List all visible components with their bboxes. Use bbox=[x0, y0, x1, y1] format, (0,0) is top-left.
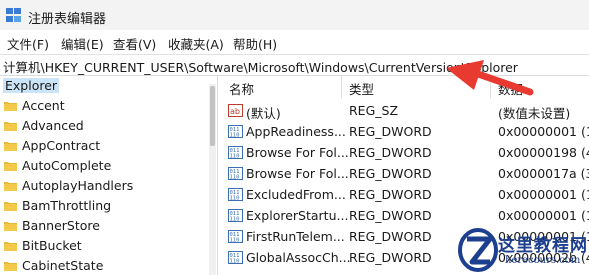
binary-value-icon: 011110 bbox=[228, 146, 243, 159]
tree-scrollbar[interactable] bbox=[209, 84, 216, 275]
value-type: REG_DWORD bbox=[349, 187, 432, 202]
tree-item-autoplayhandlers[interactable]: AutoplayHandlers bbox=[0, 176, 216, 196]
menu-view[interactable]: 查看(V) bbox=[113, 34, 156, 53]
value-data: 0x0000017a (378) bbox=[498, 166, 589, 181]
key-tree: Explorer Accent Advanced AppContract Aut… bbox=[0, 76, 216, 275]
tree-scrollbar-thumb[interactable] bbox=[210, 86, 215, 146]
binary-value-icon: 011110 bbox=[228, 230, 243, 243]
value-type: REG_SZ bbox=[349, 103, 399, 118]
svg-text:110: 110 bbox=[230, 133, 240, 139]
folder-icon bbox=[4, 262, 17, 271]
tree-item-advanced[interactable]: Advanced bbox=[0, 116, 216, 136]
value-row[interactable]: 011 110 AppReadiness... REG_DWORD 0x00000… bbox=[220, 121, 589, 142]
address-path[interactable]: 计算机\HKEY_CURRENT_USER\Software\Microsoft… bbox=[3, 57, 518, 76]
column-header-type[interactable]: 类型 bbox=[349, 79, 374, 98]
tree-item-bamthrottling[interactable]: BamThrottling bbox=[0, 196, 216, 216]
window-title: 注册表编辑器 bbox=[28, 12, 107, 27]
svg-text:110: 110 bbox=[230, 196, 240, 202]
watermark-url: herecours.com bbox=[505, 255, 581, 266]
value-name: AppReadiness... bbox=[246, 124, 346, 139]
value-name: Browse For Fol... bbox=[246, 145, 349, 160]
menu-favorites[interactable]: 收藏夹(A) bbox=[168, 34, 224, 53]
value-name: ExplorerStartu... bbox=[246, 208, 349, 223]
folder-icon bbox=[4, 202, 17, 211]
address-bar[interactable]: 计算机\HKEY_CURRENT_USER\Software\Microsoft… bbox=[0, 54, 589, 76]
binary-value-icon: 011110 bbox=[228, 125, 243, 138]
value-type: REG_DWORD bbox=[349, 208, 432, 223]
svg-text:ab: ab bbox=[230, 107, 240, 116]
folder-icon bbox=[4, 122, 17, 131]
tree-item-label: AutoComplete bbox=[22, 158, 112, 173]
binary-value-icon: 011110 bbox=[228, 251, 243, 264]
value-type: REG_DWORD bbox=[349, 145, 432, 160]
column-separator[interactable] bbox=[490, 76, 491, 98]
value-type: REG_DWORD bbox=[349, 124, 432, 139]
value-name: GlobalAssocCh... bbox=[246, 250, 351, 265]
tree-item-label: BamThrottling bbox=[22, 198, 112, 213]
value-type: REG_DWORD bbox=[349, 250, 432, 265]
value-name: Browse For Fol... bbox=[246, 166, 349, 181]
tree-item-cabinetstate[interactable]: CabinetState bbox=[0, 256, 216, 275]
menu-bar: 文件(F) 编辑(E) 查看(V) 收藏夹(A) 帮助(H) bbox=[0, 30, 589, 54]
pane-splitter[interactable] bbox=[217, 76, 218, 275]
binary-value-icon: 011110 bbox=[228, 209, 243, 222]
svg-text:110: 110 bbox=[230, 238, 240, 244]
tree-item-bannerstore[interactable]: BannerStore bbox=[0, 216, 216, 236]
title-bar: 注册表编辑器 bbox=[0, 0, 589, 30]
column-header-name[interactable]: 名称 bbox=[229, 79, 254, 98]
value-name: FirstRunTelem... bbox=[246, 229, 345, 244]
menu-help[interactable]: 帮助(H) bbox=[233, 34, 277, 53]
folder-icon bbox=[4, 102, 17, 111]
tree-item-label: Accent bbox=[22, 98, 65, 113]
binary-value-icon: 011110 bbox=[228, 167, 243, 180]
folder-icon bbox=[4, 222, 17, 231]
menu-edit[interactable]: 编辑(E) bbox=[61, 34, 104, 53]
tree-item-label: AppContract bbox=[22, 138, 101, 153]
folder-icon bbox=[4, 242, 17, 251]
value-data: 0x00000198 (408) bbox=[498, 145, 589, 160]
column-header-data[interactable]: 数据 bbox=[498, 79, 523, 98]
svg-text:110: 110 bbox=[230, 154, 240, 160]
value-data: 0x00000001 (1) bbox=[498, 187, 589, 202]
tree-item-accent[interactable]: Accent bbox=[0, 96, 216, 116]
svg-text:110: 110 bbox=[230, 217, 240, 223]
string-value-icon: ab bbox=[228, 104, 243, 117]
tree-item-label: Explorer bbox=[3, 78, 60, 93]
regedit-icon bbox=[6, 8, 21, 22]
value-data: (数值未设置) bbox=[498, 106, 571, 121]
tree-item-appcontract[interactable]: AppContract bbox=[0, 136, 216, 156]
tree-item-label: BannerStore bbox=[22, 218, 100, 233]
binary-value-icon: 011110 bbox=[228, 188, 243, 201]
tree-item-bitbucket[interactable]: BitBucket bbox=[0, 236, 216, 256]
tree-item-label: BitBucket bbox=[22, 238, 82, 253]
value-type: REG_DWORD bbox=[349, 229, 432, 244]
tree-item-label: CabinetState bbox=[22, 258, 104, 273]
value-name: ExcludedFrom... bbox=[246, 187, 346, 202]
svg-text:110: 110 bbox=[230, 175, 240, 181]
folder-icon bbox=[4, 162, 17, 171]
tree-item-explorer[interactable]: Explorer bbox=[0, 76, 216, 96]
value-row[interactable]: 011 110 ExplorerStartu... REG_DWORD 0x000… bbox=[220, 205, 589, 226]
tree-item-autocomplete[interactable]: AutoComplete bbox=[0, 156, 216, 176]
value-type: REG_DWORD bbox=[349, 166, 432, 181]
svg-text:110: 110 bbox=[230, 259, 240, 265]
value-name: (默认) bbox=[246, 106, 281, 121]
folder-icon bbox=[4, 142, 17, 151]
tree-item-label: AutoplayHandlers bbox=[22, 178, 134, 193]
value-data: 0x00000001 (1) bbox=[498, 124, 589, 139]
tree-item-label: Advanced bbox=[22, 118, 84, 133]
value-data: 0x00000001 (1) bbox=[498, 208, 589, 223]
column-separator[interactable] bbox=[341, 76, 342, 98]
menu-file[interactable]: 文件(F) bbox=[7, 34, 49, 53]
value-row[interactable]: 011 110 Browse For Fol... REG_DWORD 0x000… bbox=[220, 163, 589, 184]
value-row[interactable]: ab (默认) REG_SZ (数值未设置) bbox=[220, 100, 589, 121]
folder-icon bbox=[4, 182, 17, 191]
value-row[interactable]: 011 110 Browse For Fol... REG_DWORD 0x000… bbox=[220, 142, 589, 163]
watermark-title: 这里教程网 bbox=[498, 236, 588, 256]
value-row[interactable]: 011 110 ExcludedFrom... REG_DWORD 0x00000… bbox=[220, 184, 589, 205]
